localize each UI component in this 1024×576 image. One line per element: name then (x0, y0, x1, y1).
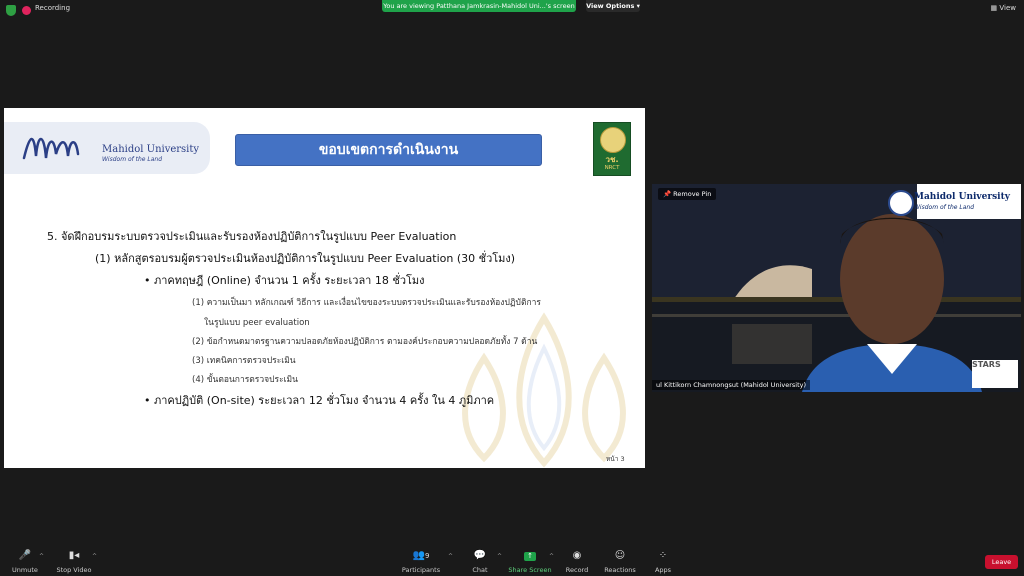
viewing-screen-banner: You are viewing Patthana Jamkrasin-Mahid… (382, 0, 576, 12)
shared-screen-slide: Mahidol University Wisdom of the Land ขอ… (4, 108, 645, 468)
view-button-label: View (999, 4, 1016, 12)
chat-caret-icon[interactable]: ^ (497, 553, 502, 560)
share-screen-button[interactable]: ↑ Share Screen (505, 550, 555, 574)
video-logo-tagline: Wisdom of the Land (914, 204, 975, 211)
video-options-caret-icon[interactable]: ^ (92, 553, 97, 560)
slide-sub-item-1: (1) ความเป็นมา หลักเกณฑ์ วิธีการ และเงื่… (192, 298, 541, 308)
leave-meeting-button[interactable]: Leave (985, 555, 1018, 569)
apps-label: Apps (654, 566, 672, 574)
stars-badge-label: STARS (972, 360, 1001, 369)
participants-label: Participants (401, 566, 441, 574)
video-logo-name: Mahidol University (914, 192, 1010, 202)
nrct-logo: วช. NRCT (593, 122, 631, 176)
participants-button[interactable]: 👥9 Participants (396, 550, 446, 574)
slide-sub-item-4: (4) ขั้นตอนการตรวจประเมิน (192, 375, 298, 385)
share-screen-label: Share Screen (508, 566, 552, 574)
university-logo-tagline: Wisdom of the Land (102, 156, 163, 163)
slide-line-course: (1) หลักสูตรอบรมผู้ตรวจประเมินห้องปฏิบัต… (95, 252, 516, 265)
participants-icon-group: 👥9 (412, 550, 430, 561)
participant-name-label: ul Kittikorn Chamnongsut (Mahidol Univer… (652, 380, 811, 390)
apps-button[interactable]: ⁘ Apps (638, 550, 688, 574)
audio-options-caret-icon[interactable]: ^ (39, 553, 44, 560)
stars-badge: STARS (972, 360, 1018, 388)
remove-pin-label: Remove Pin (673, 190, 712, 198)
security-shield-icon[interactable] (6, 5, 16, 16)
view-options-button[interactable]: View Options ▾ (586, 0, 640, 12)
nrct-logo-subtext: NRCT (604, 165, 620, 171)
video-background-scene (652, 184, 1021, 392)
nrct-emblem-icon (600, 127, 626, 153)
unmute-label: Unmute (12, 566, 38, 574)
slide-sub-item-1-cont: ในรูปแบบ peer evaluation (204, 318, 310, 328)
meeting-toolbar: 🎤 Unmute ^ ▮◂ Stop Video ^ 👥9 Participan… (0, 548, 1024, 576)
recording-icon (22, 6, 31, 15)
slide-bullet-theory: • ภาคทฤษฎี (Online) จำนวน 1 ครั้ง ระยะเว… (144, 274, 425, 287)
chat-label: Chat (472, 566, 488, 574)
mahidol-logo-mark (22, 137, 80, 160)
participant-count: 9 (424, 552, 430, 560)
slide-line-heading: 5. จัดฝึกอบรมระบบตรวจประเมินและรับรองห้อ… (47, 230, 457, 243)
slide-page-number: หน้า 3 (606, 455, 625, 463)
stop-video-label: Stop Video (56, 566, 92, 574)
participants-caret-icon[interactable]: ^ (448, 553, 453, 560)
view-options-label: View Options (586, 2, 635, 10)
slide-sub-item-3: (3) เทคนิคการตรวจประเมิน (192, 356, 296, 366)
participant-video-tile[interactable]: Mahidol University Wisdom of the Land 📌 … (652, 184, 1021, 392)
recording-label: Recording (35, 4, 71, 12)
share-screen-icon: ↑ (505, 550, 555, 562)
apps-grid-icon: ⁘ (658, 550, 668, 561)
slide-bullet-practice: • ภาคปฏิบัติ (On-site) ระยะเวลา 12 ชั่วโ… (144, 394, 495, 407)
mahidol-seal-icon (888, 190, 914, 216)
remove-pin-button[interactable]: 📌 Remove Pin (658, 188, 717, 200)
slide-sub-item-2: (2) ข้อกำหนดมาตรฐานความปลอดภัยห้องปฏิบัต… (192, 337, 538, 347)
university-logo-name: Mahidol University (102, 144, 200, 155)
view-button[interactable]: ▦ View (991, 4, 1016, 12)
meeting-top-bar: Recording You are viewing Patthana Jamkr… (0, 0, 1024, 22)
slide-title: ขอบเขตการดำเนินงาน (235, 134, 542, 166)
